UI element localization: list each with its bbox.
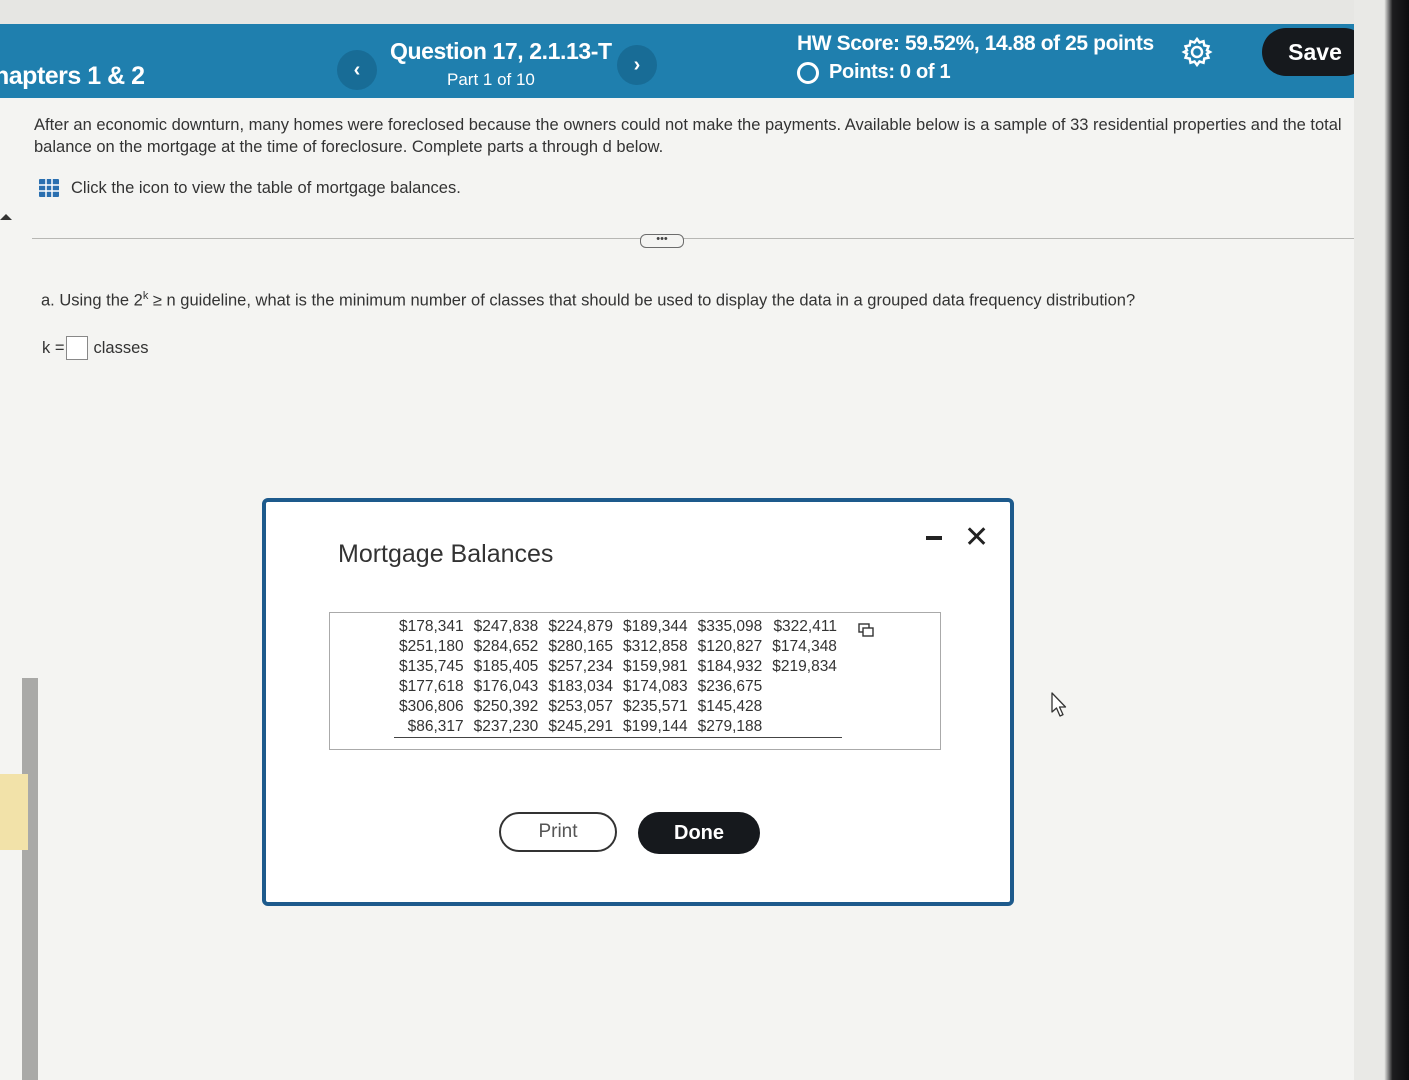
radio-circle-icon — [797, 61, 819, 84]
monitor-bezel — [1354, 0, 1409, 1080]
table-cell: $284,652 — [473, 638, 539, 655]
settings-gear-icon[interactable] — [1181, 36, 1213, 68]
table-cell: $312,858 — [622, 638, 688, 655]
question-part-a-end: ≥ n guideline, what is the minimum numbe… — [148, 291, 1136, 310]
table-cell — [767, 717, 842, 738]
table-cell: $185,405 — [473, 658, 539, 675]
table-cell: $86,317 — [394, 717, 469, 738]
table-cell: $280,165 — [548, 638, 613, 655]
chevron-right-icon: › — [633, 53, 641, 76]
table-grid-icon[interactable] — [38, 178, 60, 198]
close-icon[interactable]: ✕ — [964, 520, 989, 555]
table-cell: $335,098 — [697, 618, 763, 635]
table-cell: $199,144 — [617, 717, 693, 738]
table-row: $135,745 $185,405 $257,234 $159,981 $184,932… — [394, 657, 842, 677]
next-question-button[interactable]: › — [617, 45, 657, 85]
view-table-link[interactable]: Click the icon to view the table of mort… — [38, 178, 461, 198]
table-row: $177,618 $176,043 $183,034 $174,083 $236,675 — [394, 677, 842, 697]
top-strip — [0, 0, 1390, 24]
header-bar: hapters 1 & 2 ‹ Question 17, 2.1.13-T Pa… — [0, 24, 1395, 98]
points-label: Points: 0 of 1 — [829, 61, 951, 83]
table-cell: $257,234 — [548, 658, 613, 675]
table-cell: $178,341 — [399, 618, 464, 635]
question-part: Part 1 of 10 — [447, 70, 535, 89]
table-cell: $236,675 — [697, 678, 763, 695]
chevron-left-icon: ‹ — [353, 58, 361, 81]
table-cell — [767, 697, 842, 717]
table-cell: $219,834 — [772, 658, 837, 675]
table-cell: $159,981 — [622, 658, 688, 675]
table-row: $306,806 $250,392 $253,057 $235,571 $145,428 — [394, 697, 842, 717]
collapse-arrow-icon[interactable] — [0, 214, 12, 220]
k-label: k = — [42, 338, 65, 357]
minimize-icon[interactable] — [926, 536, 942, 540]
table-cell: $247,838 — [473, 618, 539, 635]
table-cell: $306,806 — [399, 698, 464, 715]
copy-icon[interactable] — [858, 623, 874, 637]
mortgage-balances-table: $178,341 $247,838 $224,879 $189,344 $335,098… — [394, 617, 842, 738]
table-row: $178,341 $247,838 $224,879 $189,344 $335,098… — [394, 617, 842, 637]
question-part-a: a. Using the 2k ≥ n guideline, what is t… — [41, 290, 1135, 311]
table-cell: $245,291 — [543, 717, 618, 738]
table-row: $86,317 $237,230 $245,291 $199,144 $279,188 — [394, 717, 842, 738]
table-cell: $253,057 — [548, 698, 613, 715]
question-title: Question 17, 2.1.13-T — [390, 38, 612, 64]
table-cell: $120,827 — [697, 638, 763, 655]
mortgage-balances-dialog: Mortgage Balances ✕ $178,341 $247,838 $224… — [262, 498, 1014, 906]
dialog-title: Mortgage Balances — [338, 540, 554, 568]
table-cell: $184,932 — [697, 658, 763, 675]
previous-question-button[interactable]: ‹ — [337, 50, 377, 90]
table-cell: $177,618 — [399, 678, 464, 695]
k-answer-input[interactable] — [66, 336, 89, 360]
mortgage-table-frame: $178,341 $247,838 $224,879 $189,344 $335,098… — [329, 612, 941, 750]
table-cell: $322,411 — [773, 618, 837, 635]
points-status: Points: 0 of 1 — [797, 61, 951, 84]
table-cell: $183,034 — [548, 678, 613, 695]
table-cell: $237,230 — [468, 717, 544, 738]
question-intro: After an economic downturn, many homes w… — [34, 116, 1342, 156]
print-button[interactable]: Print — [499, 812, 617, 852]
view-table-link-label[interactable]: Click the icon to view the table of mort… — [71, 179, 461, 198]
table-cell: $145,428 — [697, 698, 763, 715]
table-cell: $174,083 — [622, 678, 688, 695]
table-cell: $176,043 — [473, 678, 539, 695]
section-divider — [32, 238, 1372, 239]
chapter-title: hapters 1 & 2 — [0, 62, 145, 90]
table-cell: $224,879 — [548, 618, 613, 635]
expand-more-button[interactable]: ••• — [640, 234, 684, 248]
table-row: $251,180 $284,652 $280,165 $312,858 $120,827… — [394, 637, 842, 657]
side-highlight-tab — [0, 774, 28, 850]
mouse-pointer-icon — [1051, 692, 1067, 717]
hw-score: HW Score: 59.52%, 14.88 of 25 points — [797, 32, 1154, 55]
side-scroll-bar[interactable] — [22, 678, 38, 1080]
table-cell — [767, 677, 842, 697]
answer-row: k = classes — [42, 336, 149, 360]
k-unit-label: classes — [93, 338, 149, 357]
save-button[interactable]: Save — [1262, 28, 1368, 76]
table-cell: $235,571 — [622, 698, 688, 715]
table-cell: $189,344 — [622, 618, 688, 635]
table-cell: $135,745 — [399, 658, 464, 675]
table-cell: $251,180 — [399, 638, 464, 655]
table-cell: $279,188 — [692, 717, 768, 738]
done-button[interactable]: Done — [638, 812, 760, 854]
question-part-a-start: a. Using the 2 — [41, 291, 143, 310]
table-cell: $250,392 — [473, 698, 539, 715]
table-cell: $174,348 — [772, 638, 837, 655]
